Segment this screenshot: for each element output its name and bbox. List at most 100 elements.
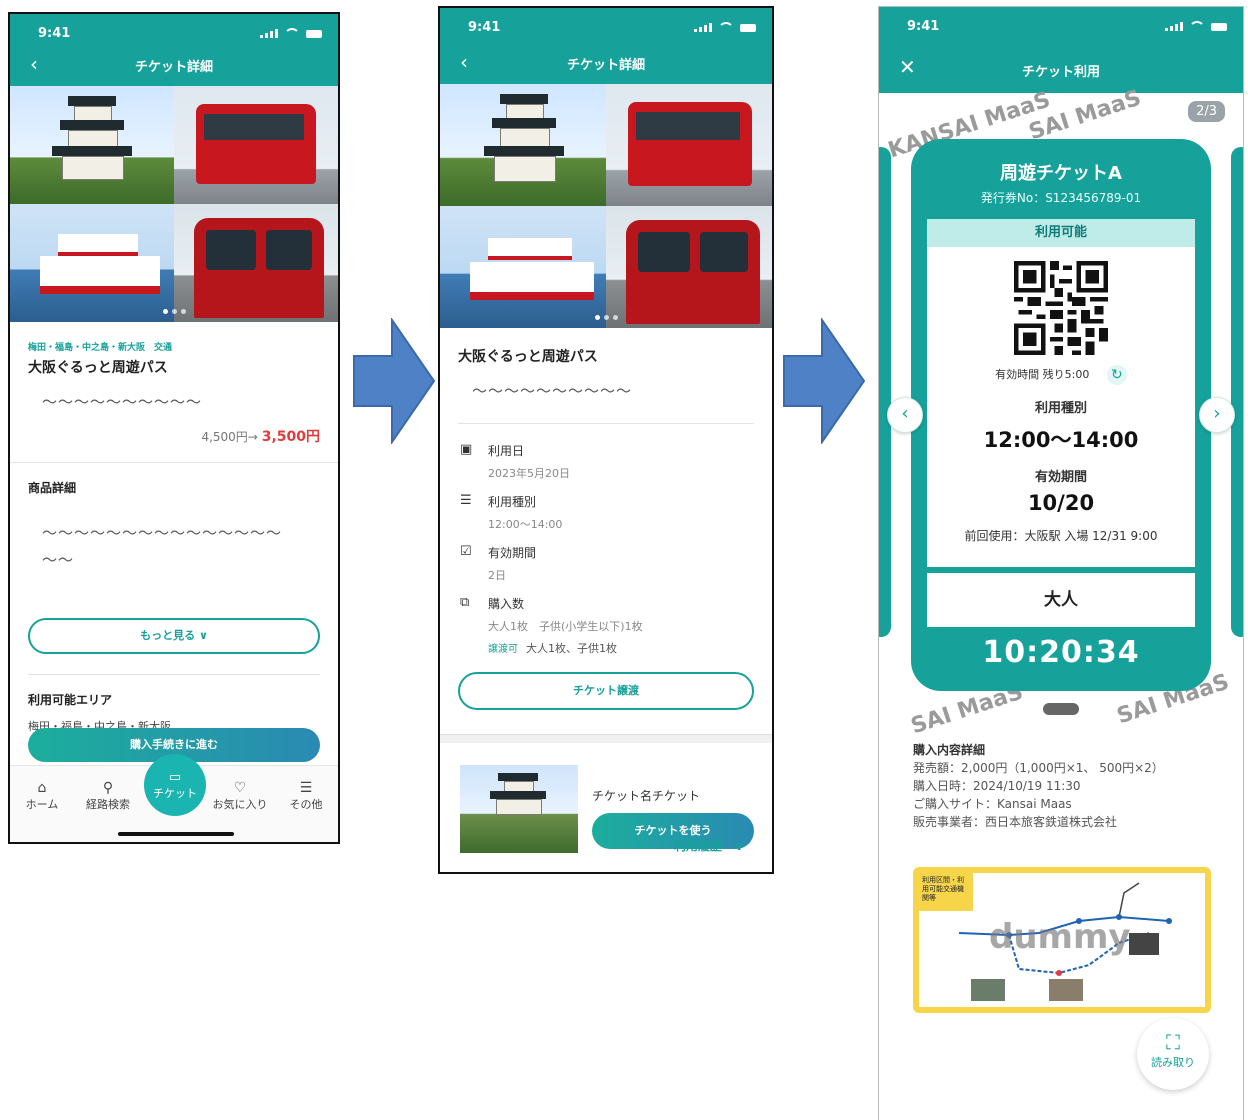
purchase-heading: 購入内容詳細	[913, 743, 986, 757]
carousel-dots[interactable]	[10, 309, 338, 314]
date-value: 2023年5月20日	[488, 467, 570, 480]
description-placeholder: ～～～～～～～～～～	[472, 382, 633, 400]
tab-bar: ⌂ ホーム ⚲ 経路検索 ▭ チケット ♡ お気に入り ☰ その他	[10, 754, 338, 842]
ticket-stack-icon: ⧉	[460, 595, 470, 610]
battery-icon	[306, 30, 322, 38]
signal-icon	[1165, 22, 1183, 31]
area-heading: 利用可能エリア	[28, 693, 113, 707]
row-period: ☑ 有効期間 2日	[440, 544, 772, 583]
row-date: ▣ 利用日 2023年5月20日	[440, 442, 772, 481]
bus-photo	[606, 84, 772, 206]
prev-card	[879, 147, 891, 637]
menu-icon: ☰	[299, 780, 313, 796]
history-link[interactable]: 利用履歴 ∨	[674, 837, 744, 854]
bus-photo	[174, 86, 338, 204]
qr-code	[1014, 261, 1108, 355]
home-indicator	[118, 832, 234, 836]
nav-title: チケット詳細	[134, 60, 213, 75]
period-value: 10/20	[1027, 491, 1095, 515]
row-type: ☰ 利用種別 12:00〜14:00	[440, 493, 772, 532]
status-bar: 9:41	[879, 7, 1243, 49]
hero-image	[10, 86, 338, 322]
detail-heading: 商品詳細	[28, 481, 77, 495]
wifi-icon	[1189, 21, 1205, 31]
page-indicator: 2/3	[1188, 101, 1225, 122]
phone-ticket-detail: 9:41 ‹ チケット詳細 梅田・福島・中之島・新大阪 交通 大阪ぐるっと周遊パ…	[8, 12, 340, 844]
scan-icon: ⛶	[1166, 1030, 1180, 1054]
castle-photo	[10, 86, 174, 204]
purchase-details: 購入内容詳細 発売額：2,000円（1,000円×1、 500円×2） 購入日時…	[913, 741, 1164, 831]
ticket-card: 周遊チケットA 発行券No：S123456789-01 利用可能 有効時間 残り…	[911, 139, 1211, 691]
next-ticket-button[interactable]: ›	[1199, 397, 1235, 433]
detail-text: ～～～～～～～～～～～～～～～	[42, 524, 283, 542]
tab-route[interactable]: ⚲ 経路検索	[78, 780, 138, 812]
status-icons	[260, 28, 322, 38]
card-pager[interactable]	[1043, 703, 1079, 715]
calendar-icon: ▣	[460, 442, 473, 457]
detail-text-2: ～～	[42, 551, 75, 569]
signal-icon	[260, 29, 278, 38]
ship-photo	[440, 206, 606, 328]
signal-icon	[694, 23, 712, 32]
nav-bar: ✕ チケット利用	[879, 45, 1243, 93]
new-price: 3,500円	[261, 429, 320, 445]
scan-button[interactable]: ⛶ 読み取り	[1137, 1018, 1209, 1090]
ticket-name: チケット名チケット	[592, 789, 701, 803]
period-value: 2日	[488, 569, 506, 582]
status-icons	[694, 22, 756, 32]
tab-favorite[interactable]: ♡ お気に入り	[210, 780, 270, 812]
tab-other[interactable]: ☰ その他	[276, 780, 336, 812]
phone-ticket-use: 9:41 ✕ チケット利用 KANSAI MaaS SAI MaaS SAI M…	[878, 6, 1244, 1120]
valid-time: 有効時間 残り5:00 ↻	[927, 365, 1195, 385]
battery-icon	[1211, 23, 1227, 31]
map-watermark: dummy	[989, 917, 1131, 957]
route-map[interactable]: 利用区間・利用可能交通機関等 dummy	[913, 867, 1211, 1013]
issue-number: 発行券No：S123456789-01	[980, 191, 1142, 205]
home-icon: ⌂	[37, 780, 47, 796]
more-button[interactable]: もっと見る ∨	[28, 618, 320, 654]
status-badge: 利用可能	[927, 219, 1195, 247]
nav-title: チケット詳細	[566, 58, 645, 73]
prev-ticket-button[interactable]: ‹	[887, 397, 923, 433]
heart-icon: ♡	[233, 780, 247, 796]
castle-photo	[440, 84, 606, 206]
ticket-title: 大阪ぐるっと周遊パス	[458, 349, 598, 365]
wifi-icon	[284, 28, 300, 38]
nav-title: チケット利用	[1021, 65, 1100, 80]
ticket-title: 周遊チケットA	[1000, 163, 1122, 184]
tab-home[interactable]: ⌂ ホーム	[12, 780, 72, 812]
status-time: 9:41	[907, 19, 940, 34]
ticket-body: 利用可能 有効時間 残り5:00 ↻ 利用種別 12:00〜14:00 有効期間…	[927, 219, 1195, 567]
ship-photo	[10, 204, 174, 322]
purchase-line: 購入日時：2024/10/19 11:30	[913, 779, 1081, 793]
status-time: 9:41	[468, 20, 501, 35]
purchase-line: 販売事業者：西日本旅客鉄道株式会社	[913, 815, 1118, 829]
flow-arrow-2	[783, 318, 866, 444]
train-photo	[606, 206, 772, 328]
route-icon: ⚲	[102, 780, 114, 796]
next-card	[1231, 147, 1243, 637]
status-icons	[1165, 21, 1227, 31]
nav-bar: ‹ チケット詳細	[440, 42, 772, 84]
list-icon: ☰	[460, 493, 472, 508]
ticket-thumbnail	[460, 765, 578, 853]
period-icon: ☑	[460, 544, 472, 559]
phone-ticket-detail-purchased: 9:41 ‹ チケット詳細 大阪ぐるっと周遊パス ～～～～～～～～～～ ▣ 利用…	[438, 6, 774, 874]
train-photo	[174, 204, 338, 322]
description-placeholder: ～～～～～～～～～～	[42, 393, 203, 411]
refresh-icon[interactable]: ↻	[1106, 365, 1127, 385]
transfer-button[interactable]: チケット譲渡	[458, 672, 754, 710]
last-use: 前回使用：大阪駅 入場 12/31 9:00	[964, 529, 1158, 543]
tab-ticket[interactable]: ▭ チケット	[144, 754, 206, 816]
carousel-dots[interactable]	[440, 315, 772, 320]
status-time: 9:41	[38, 26, 71, 41]
wifi-icon	[718, 22, 734, 32]
period-label: 有効期間	[1034, 470, 1087, 485]
ticket-title: 大阪ぐるっと周遊パス	[28, 360, 168, 376]
old-price: 4,500円→	[201, 430, 258, 444]
price: 4,500円→ 3,500円	[28, 426, 320, 446]
chevron-down-icon: ∨	[734, 839, 744, 853]
nav-bar: ‹ チケット詳細	[10, 44, 338, 86]
type-label: 利用種別	[1034, 401, 1087, 416]
category-tag: 梅田・福島・中之島・新大阪 交通	[28, 343, 173, 353]
